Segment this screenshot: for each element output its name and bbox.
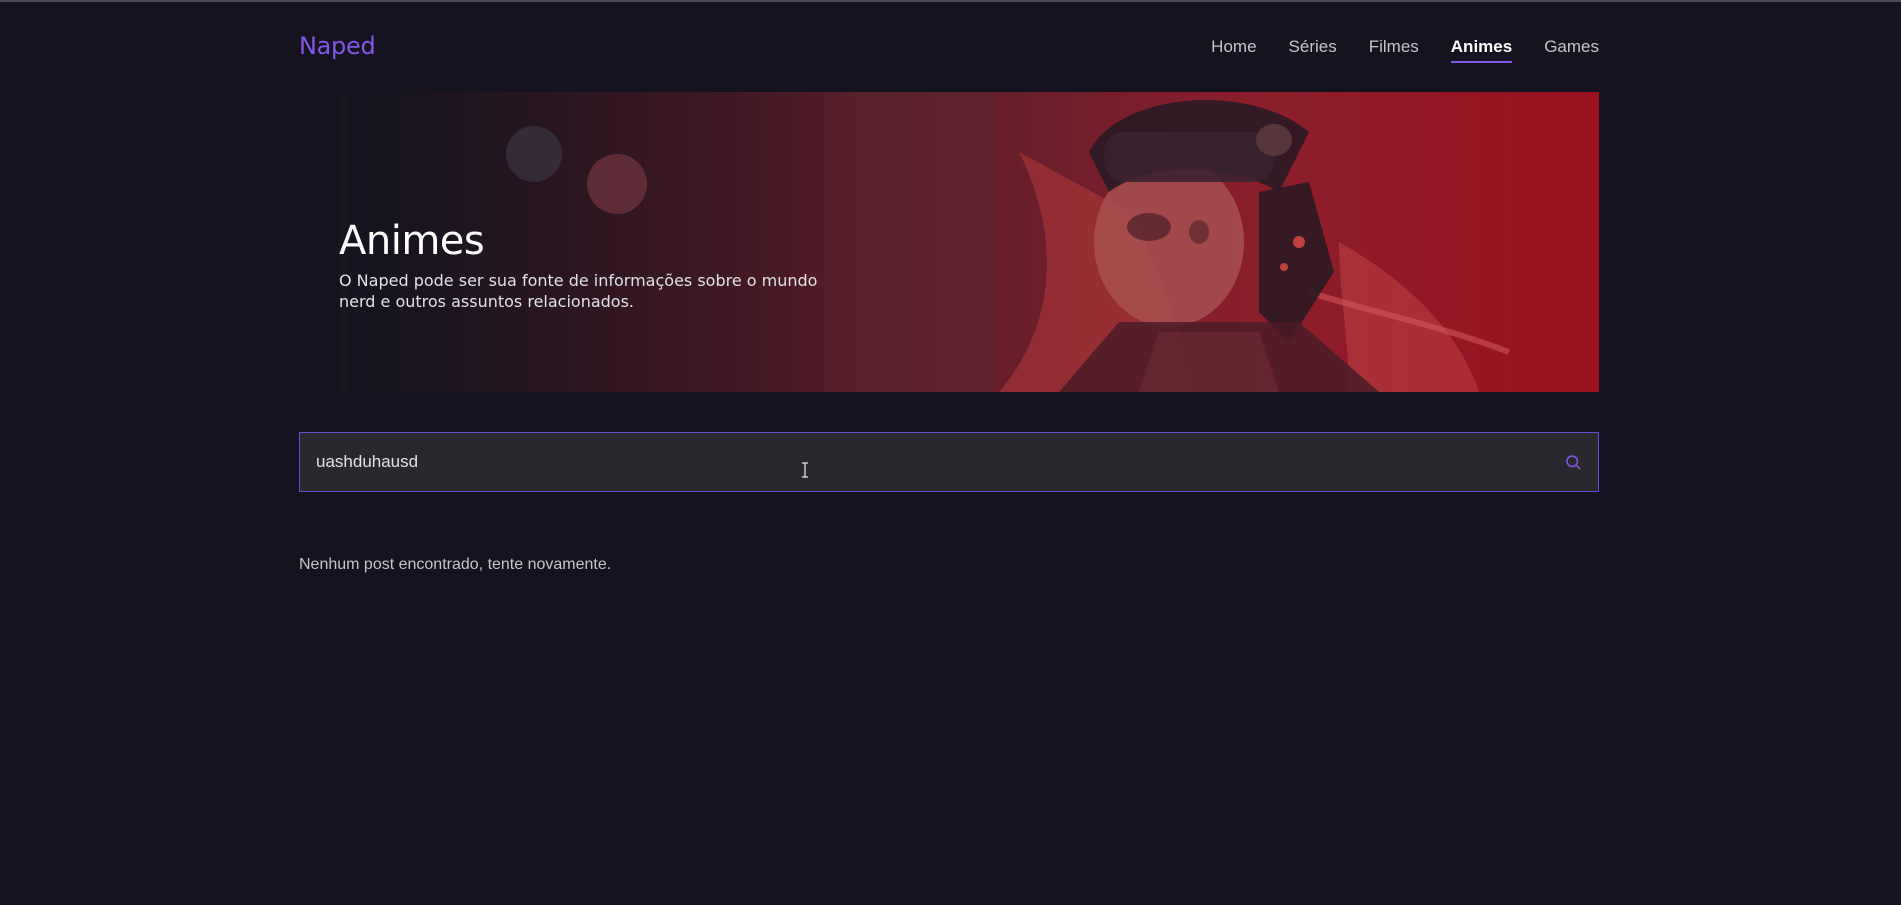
hero-banner: Animes O Naped pode ser sua fonte de inf… [299, 92, 1599, 392]
mouse-ibeam-cursor-icon [802, 462, 808, 478]
no-results-message: Nenhum post encontrado, tente novamente. [299, 556, 612, 573]
nav-item-filmes[interactable]: Filmes [1369, 37, 1419, 63]
anime-character-artwork [339, 92, 1511, 392]
nav-item-games[interactable]: Games [1544, 37, 1599, 63]
site-header: Naped Home Séries Filmes Animes Games [299, 28, 1599, 68]
page-description: O Naped pode ser sua fonte de informaçõe… [339, 271, 818, 311]
search-icon[interactable] [1564, 453, 1582, 471]
nav-item-home[interactable]: Home [1211, 37, 1256, 63]
site-logo[interactable]: Naped [299, 32, 376, 60]
search-input[interactable] [316, 433, 1516, 491]
nav-item-animes[interactable]: Animes [1450, 37, 1513, 63]
main-nav: Home Séries Filmes Animes Games [1179, 37, 1599, 63]
page-title: Animes [339, 217, 485, 264]
window-top-edge [0, 0, 1901, 2]
nav-item-series[interactable]: Séries [1289, 37, 1337, 63]
search-box [299, 432, 1599, 492]
